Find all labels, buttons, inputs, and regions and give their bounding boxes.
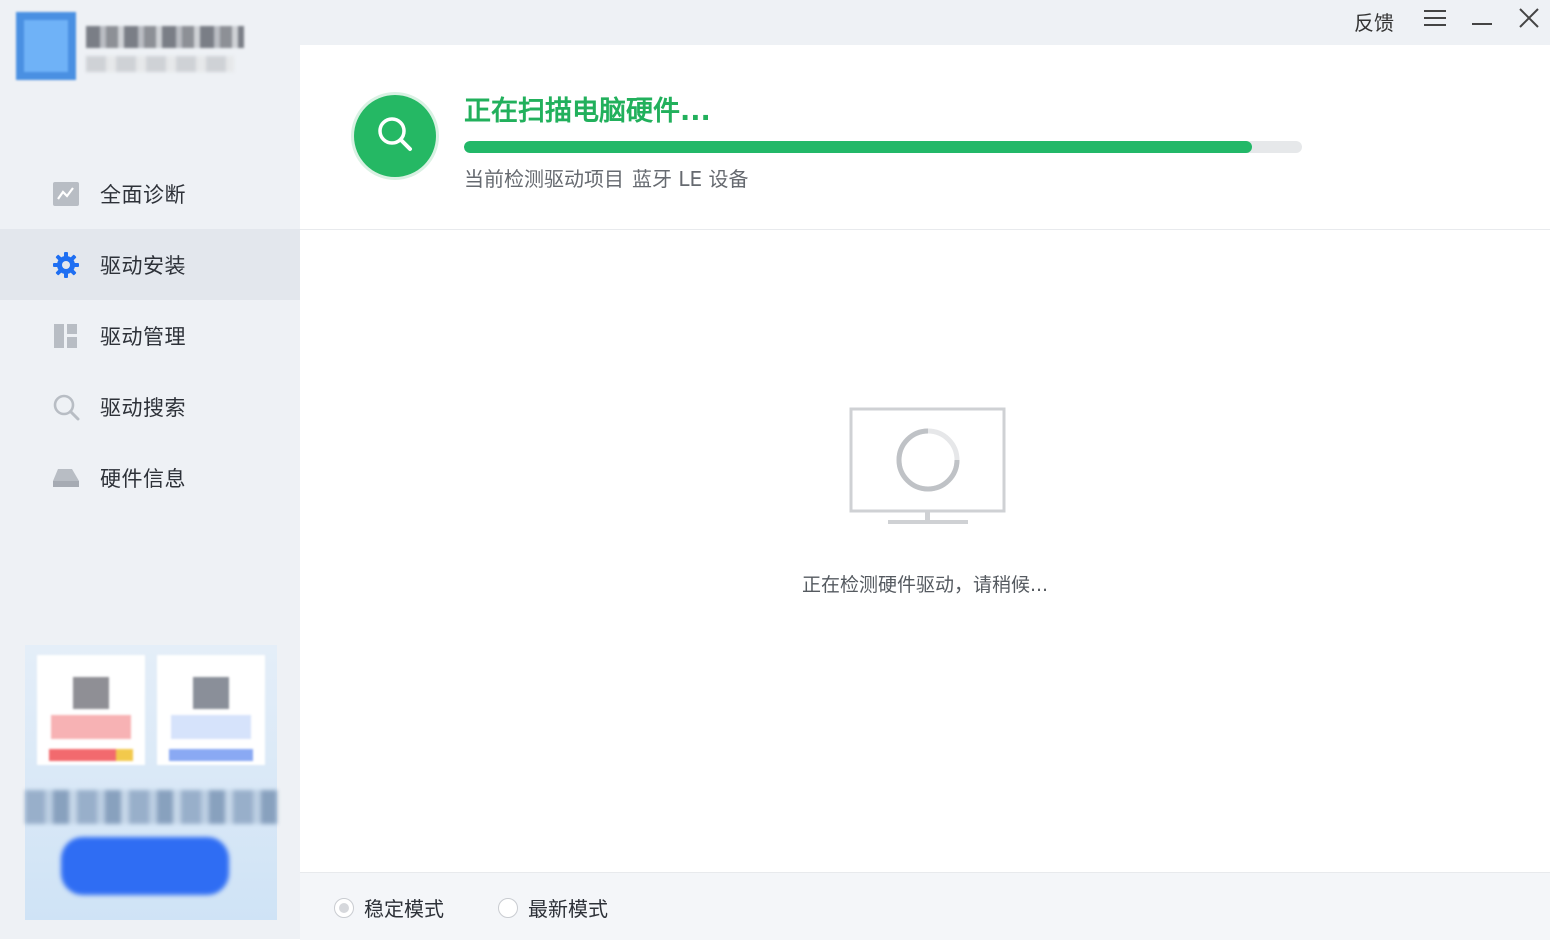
close-icon	[1518, 7, 1540, 33]
promo-button[interactable]	[61, 837, 229, 895]
mode-stable-option[interactable]: 稳定模式	[334, 893, 444, 922]
hardware-drive-icon	[52, 464, 80, 492]
sidebar-nav: 全面诊断 驱动安装 驱动管理 驱动搜索 硬件信息	[0, 158, 300, 513]
scan-progress-bar	[464, 141, 1302, 153]
scan-title: 正在扫描电脑硬件...	[464, 96, 711, 127]
promo-card-right	[157, 655, 265, 765]
hamburger-icon	[1423, 9, 1447, 31]
promo-card-bar	[49, 749, 133, 761]
radio-dot	[339, 902, 349, 913]
mode-footer: 稳定模式 最新模式	[300, 872, 1550, 940]
radio-latest[interactable]	[498, 897, 518, 918]
promo-card-bar	[169, 749, 253, 761]
promo-text-blurred	[25, 790, 277, 824]
mode-latest-label: 最新模式	[528, 897, 608, 921]
promo-card-image	[193, 677, 229, 709]
menu-button[interactable]	[1420, 6, 1450, 34]
sidebar-item-diagnosis[interactable]: 全面诊断	[0, 158, 300, 229]
scan-progress-fill	[464, 141, 1252, 153]
promo-card-image	[73, 677, 109, 709]
scan-current-device: 蓝牙 LE 设备	[632, 167, 749, 191]
diagnosis-chart-icon	[52, 180, 80, 208]
sidebar-item-driver-manage[interactable]: 驱动管理	[0, 300, 300, 371]
sidebar-item-driver-search[interactable]: 驱动搜索	[0, 371, 300, 442]
search-icon	[375, 114, 415, 158]
scan-status-panel: 正在扫描电脑硬件... 当前检测驱动项目 蓝牙 LE 设备	[300, 45, 1550, 230]
sidebar-item-label: 驱动安装	[100, 253, 186, 278]
scan-current-item: 当前检测驱动项目 蓝牙 LE 设备	[464, 163, 749, 192]
user-name-blurred	[86, 26, 244, 48]
scan-badge	[354, 95, 436, 177]
mode-stable-label: 稳定模式	[364, 897, 444, 921]
grid-manage-icon	[52, 322, 80, 350]
feedback-button[interactable]: 反馈	[1354, 7, 1394, 36]
main-content: 正在检测硬件驱动，请稍候...	[300, 230, 1550, 872]
search-icon	[52, 393, 80, 421]
minimize-icon	[1471, 11, 1493, 30]
sidebar-item-label: 全面诊断	[100, 182, 186, 207]
promo-card-left	[37, 655, 145, 765]
user-subtitle-blurred	[86, 56, 234, 72]
radio-stable[interactable]	[334, 897, 354, 918]
sidebar-item-label: 硬件信息	[100, 466, 186, 491]
user-profile[interactable]	[14, 10, 254, 90]
avatar[interactable]	[16, 12, 76, 80]
mode-latest-option[interactable]: 最新模式	[498, 893, 608, 922]
gear-icon	[52, 251, 80, 279]
sidebar-item-label: 驱动搜索	[100, 395, 186, 420]
close-button[interactable]	[1514, 6, 1544, 34]
waiting-message: 正在检测硬件驱动，请稍候...	[801, 574, 1049, 596]
sidebar-item-driver-install[interactable]: 驱动安装	[0, 229, 300, 300]
promo-banner[interactable]	[25, 645, 277, 920]
promo-card-band	[51, 715, 131, 739]
title-bar: 反馈	[300, 0, 1550, 45]
sidebar-item-hardware-info[interactable]: 硬件信息	[0, 442, 300, 513]
minimize-button[interactable]	[1467, 6, 1497, 34]
monitor-loading-icon	[848, 406, 1008, 530]
sidebar-item-label: 驱动管理	[100, 324, 186, 349]
promo-card-band	[171, 715, 251, 739]
scan-current-label: 当前检测驱动项目	[464, 167, 624, 191]
sidebar: 全面诊断 驱动安装 驱动管理 驱动搜索 硬件信息	[0, 0, 301, 939]
